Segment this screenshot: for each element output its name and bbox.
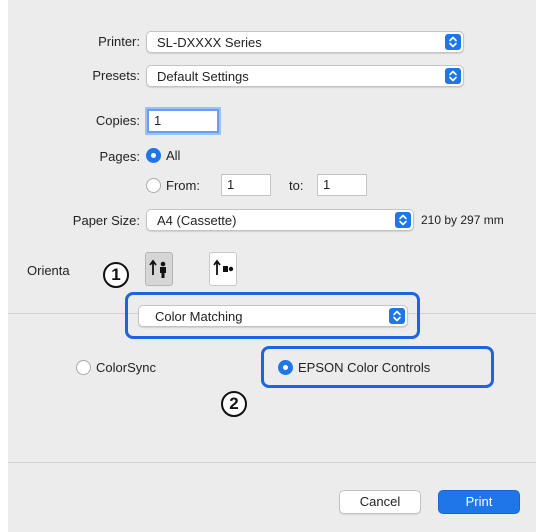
print-button[interactable]: Print xyxy=(438,490,520,514)
colorsync-label: ColorSync xyxy=(96,360,156,375)
chevron-updown-icon xyxy=(445,34,461,50)
pages-to-label: to: xyxy=(289,178,304,193)
presets-popup[interactable]: Default Settings xyxy=(146,65,464,87)
chevron-updown-icon xyxy=(389,308,405,324)
section-value: Color Matching xyxy=(155,309,243,324)
pages-label: Pages: xyxy=(99,149,140,164)
pages-all-radio[interactable] xyxy=(146,148,161,163)
presets-label: Presets: xyxy=(92,68,140,83)
paper-dimensions: 210 by 297 mm xyxy=(421,213,504,227)
printer-label: Printer: xyxy=(98,34,140,49)
print-dialog: Printer: SL-DXXXX Series Presets: Defaul… xyxy=(8,0,536,532)
chevron-updown-icon xyxy=(445,68,461,84)
landscape-icon xyxy=(213,259,234,275)
cancel-button[interactable]: Cancel xyxy=(339,490,421,514)
epson-color-controls-radio[interactable] xyxy=(278,360,293,375)
paper-size-label: Paper Size: xyxy=(72,213,140,228)
copies-field[interactable]: 1 xyxy=(147,109,219,133)
paper-size-popup[interactable]: A4 (Cassette) xyxy=(146,209,414,231)
orientation-label: Orienta xyxy=(27,263,70,278)
chevron-updown-icon xyxy=(395,212,411,228)
section-popup[interactable]: Color Matching xyxy=(138,305,408,327)
paper-size-value: A4 (Cassette) xyxy=(157,213,237,228)
step-1-marker: 1 xyxy=(103,262,129,288)
colorsync-radio[interactable] xyxy=(76,360,91,375)
pages-to-field[interactable]: 1 xyxy=(317,174,367,196)
printer-popup[interactable]: SL-DXXXX Series xyxy=(146,31,464,53)
orientation-landscape-button[interactable] xyxy=(209,252,237,286)
printer-value: SL-DXXXX Series xyxy=(157,35,262,50)
copies-label: Copies: xyxy=(95,113,140,128)
epson-color-controls-label: EPSON Color Controls xyxy=(298,360,431,375)
presets-value: Default Settings xyxy=(157,69,249,84)
pages-all-label: All xyxy=(166,148,181,163)
divider xyxy=(8,462,536,463)
portrait-icon xyxy=(149,259,166,278)
step-2-marker: 2 xyxy=(221,391,247,417)
orientation-portrait-button[interactable] xyxy=(145,252,173,286)
pages-from-field[interactable]: 1 xyxy=(221,174,271,196)
pages-from-label: From: xyxy=(166,178,200,193)
pages-from-radio[interactable] xyxy=(146,178,161,193)
